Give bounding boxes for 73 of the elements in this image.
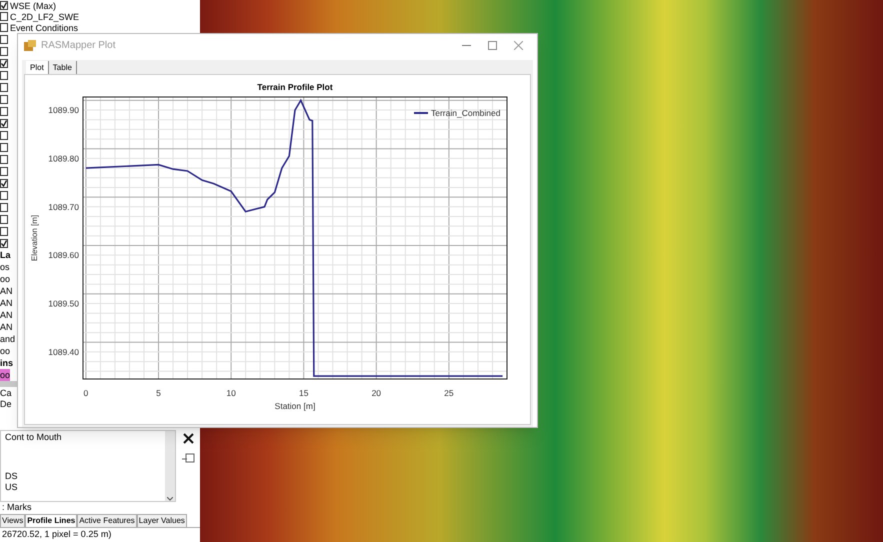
layer-label: os [0, 261, 10, 273]
checkbox[interactable] [0, 190, 8, 200]
list-item[interactable]: Cont to Mouth [5, 431, 62, 442]
layer-label: WSE (Max) [10, 0, 56, 12]
layer-label: AN [0, 321, 13, 333]
checked-checkbox[interactable] [0, 178, 8, 188]
layer-label: oo [0, 369, 10, 381]
tab[interactable]: Profile Lines [25, 514, 78, 527]
minimize-icon [462, 44, 470, 46]
y-tick-label: 1089.60 [48, 250, 79, 260]
maximize-button[interactable] [485, 38, 499, 52]
checkbox[interactable] [0, 34, 8, 44]
x-axis-label: Station [m] [274, 401, 316, 411]
layer-label: C_2D_LF2_SWE [10, 11, 80, 22]
tab[interactable]: Layer Values [136, 514, 187, 527]
checkbox[interactable] [0, 202, 8, 212]
list-item[interactable]: DS [5, 470, 18, 481]
layer-label: and [0, 333, 16, 345]
chevron-down-icon[interactable] [167, 497, 173, 501]
checkbox[interactable] [0, 166, 8, 176]
checked-checkbox[interactable] [0, 238, 8, 248]
x-tick-label: 25 [444, 388, 454, 398]
close-icon [514, 40, 522, 50]
y-tick-label: 1089.40 [48, 346, 79, 357]
tab[interactable]: Active Features [77, 514, 137, 527]
window-title: RASMapper Plot [41, 38, 116, 52]
layer-label: AN [0, 309, 13, 321]
checkbox[interactable] [0, 154, 8, 164]
layer-label: Ca [0, 387, 12, 398]
checkbox[interactable] [0, 214, 8, 224]
status-text: 26720.52, 1 pixel = 0.25 m) [1, 529, 112, 540]
checkbox[interactable] [0, 23, 8, 32]
checked-checkbox[interactable] [0, 58, 8, 68]
checkbox[interactable] [0, 82, 8, 92]
chart-title: Terrain Profile Plot [257, 82, 333, 92]
checkbox[interactable] [0, 226, 8, 236]
x-tick-label: 0 [84, 388, 88, 398]
checked-checkbox[interactable] [0, 118, 8, 128]
checkbox[interactable] [0, 106, 8, 116]
x-tick-label: 10 [226, 388, 236, 398]
x-tick-label: 20 [372, 388, 382, 398]
layer-label: oo [0, 273, 10, 285]
layer-label: AN [0, 285, 13, 297]
x-tick-label: 5 [156, 388, 161, 398]
list-item[interactable]: US [5, 481, 18, 492]
checkbox[interactable] [0, 142, 8, 152]
window-icon [182, 452, 194, 464]
y-tick-label: 1089.80 [48, 153, 79, 164]
x-tick-label: 15 [298, 388, 308, 398]
checkbox[interactable] [0, 94, 8, 104]
close-icon [182, 432, 194, 444]
legend-label: Terrain_Combined [431, 108, 500, 118]
y-tick-label: 1089.90 [48, 105, 79, 116]
checkbox[interactable] [0, 130, 8, 140]
checkbox[interactable] [0, 12, 8, 21]
maximize-icon [488, 40, 496, 50]
marks-label: : Marks [1, 502, 32, 513]
checkbox[interactable] [0, 46, 8, 56]
checked-checkbox[interactable] [0, 1, 8, 10]
y-tick-label: 1089.50 [48, 298, 79, 309]
tab[interactable]: Plot [26, 61, 49, 74]
y-tick-label: 1089.70 [48, 202, 79, 212]
checkbox[interactable] [0, 70, 8, 80]
layer-label: De [0, 398, 12, 409]
layer-label: oo [0, 345, 10, 357]
tab[interactable]: Views [0, 514, 26, 527]
layer-label: Event Conditions [10, 22, 78, 34]
y-axis-label: Elevation [m] [30, 214, 39, 262]
app-icon [24, 40, 36, 50]
layer-label: La [0, 249, 11, 261]
layer-label: AN [0, 297, 13, 309]
scrollbar[interactable] [165, 431, 175, 501]
layer-label: ins [0, 357, 14, 369]
